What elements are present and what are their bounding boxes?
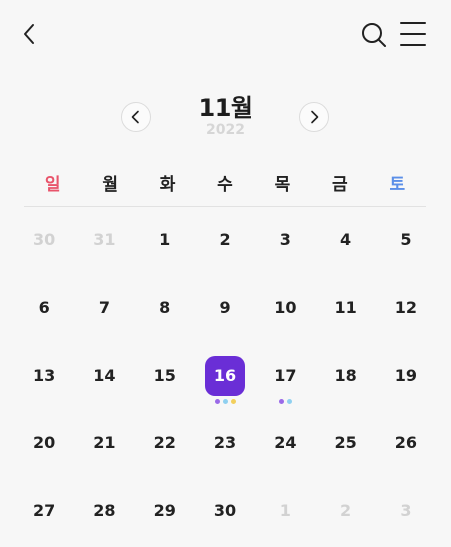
weekday-header: 일 월 화 수 목 금 토	[24, 170, 426, 207]
weekday-label: 월	[102, 175, 118, 195]
day-number: 19	[394, 365, 418, 385]
calendar-day[interactable]: 28	[74, 479, 134, 547]
calendar-day[interactable]: 22	[135, 411, 195, 479]
day-number: 3	[400, 501, 412, 520]
hamburger-menu-icon	[400, 22, 426, 46]
day-number: 9	[219, 297, 231, 317]
calendar-day[interactable]: 11	[315, 276, 375, 344]
day-number: 24	[274, 433, 297, 453]
calendar-day[interactable]: 1	[135, 208, 195, 276]
calendar-day[interactable]: 18	[315, 344, 375, 412]
calendar-day[interactable]: 24	[255, 411, 315, 479]
calendar-day[interactable]: 3	[255, 208, 315, 276]
calendar-day-selected[interactable]: 16	[195, 344, 255, 412]
search-icon	[362, 23, 386, 47]
day-number: 7	[98, 297, 110, 317]
weekday-label: 토	[389, 175, 406, 195]
calendar-day[interactable]: 1	[255, 479, 315, 547]
day-number: 20	[33, 433, 56, 453]
calendar-day[interactable]: 4	[315, 208, 375, 276]
chevron-left-icon	[24, 24, 34, 44]
weekday-label: 금	[332, 175, 348, 195]
calendar-day[interactable]: 21	[74, 411, 134, 479]
day-number: 28	[93, 501, 116, 520]
day-number: 4	[340, 230, 352, 249]
day-number: 16	[205, 355, 246, 396]
calendar-day[interactable]: 6	[14, 276, 74, 344]
day-number: 17	[274, 365, 297, 385]
calendar-day[interactable]: 7	[74, 276, 134, 344]
day-number: 1	[279, 501, 291, 520]
calendar-day[interactable]: 12	[376, 276, 436, 344]
calendar-day[interactable]: 27	[14, 479, 74, 547]
calendar-day[interactable]: 26	[376, 411, 436, 479]
calendar-day[interactable]: 31	[74, 208, 134, 276]
calendar-day[interactable]: 10	[255, 276, 315, 344]
back-button[interactable]	[18, 22, 42, 46]
month-title: 11월	[198, 94, 253, 122]
calendar-grid: 30 31 1 2 3 4 5 6 7 8 9 10 11 12 13 14 15 16 17 18 19 20 21 22 2…	[14, 208, 436, 547]
day-number: 25	[334, 433, 357, 453]
event-dot	[286, 398, 292, 404]
event-dot	[230, 398, 236, 404]
day-number: 2	[219, 230, 231, 249]
event-dot	[278, 398, 284, 404]
month-header: 11월 2022	[0, 86, 451, 142]
calendar-day[interactable]: 23	[195, 411, 255, 479]
calendar-day[interactable]: 15	[135, 344, 195, 412]
day-number: 6	[38, 297, 50, 317]
calendar-day[interactable]: 30	[195, 479, 255, 547]
calendar-day[interactable]: 2	[195, 208, 255, 276]
calendar-day[interactable]: 19	[376, 344, 436, 412]
day-number: 30	[33, 230, 56, 249]
calendar-day[interactable]: 17	[255, 344, 315, 412]
day-number: 18	[334, 365, 357, 385]
chevron-right-icon	[311, 110, 319, 124]
calendar-day[interactable]: 5	[376, 208, 436, 276]
day-number: 31	[93, 230, 116, 249]
calendar-day[interactable]: 25	[315, 411, 375, 479]
day-number: 26	[394, 433, 418, 453]
day-number: 8	[159, 297, 171, 317]
search-button[interactable]	[360, 21, 388, 49]
event-indicators	[195, 398, 255, 404]
calendar-day[interactable]: 9	[195, 276, 255, 344]
weekday-label: 수	[217, 175, 233, 195]
weekday-label: 목	[274, 175, 291, 195]
day-number: 5	[400, 230, 412, 249]
calendar-day[interactable]: 13	[14, 344, 74, 412]
day-number: 15	[153, 365, 176, 385]
day-number: 30	[213, 501, 237, 520]
calendar-day[interactable]: 8	[135, 276, 195, 344]
calendar-day[interactable]: 29	[135, 479, 195, 547]
weekday-label: 일	[44, 175, 61, 195]
day-number: 29	[153, 501, 176, 520]
day-number: 12	[394, 297, 418, 317]
calendar-day[interactable]: 2	[315, 479, 375, 547]
calendar-day[interactable]: 20	[14, 411, 74, 479]
weekday-label: 화	[159, 175, 176, 195]
next-month-button[interactable]	[299, 102, 329, 132]
event-indicators	[255, 398, 315, 404]
day-number: 22	[153, 433, 176, 453]
event-dot	[214, 398, 220, 404]
top-bar	[0, 0, 451, 68]
day-number: 11	[334, 297, 357, 317]
year-label: 2022	[206, 122, 245, 138]
day-number: 2	[340, 501, 352, 520]
day-number: 14	[93, 365, 116, 385]
day-number: 21	[93, 433, 116, 453]
day-number: 3	[279, 230, 291, 249]
calendar-day[interactable]: 14	[74, 344, 134, 412]
calendar-day[interactable]: 30	[14, 208, 74, 276]
calendar-day[interactable]: 3	[376, 479, 436, 547]
day-number: 1	[159, 230, 171, 249]
day-number: 10	[274, 297, 297, 317]
day-number: 13	[33, 365, 56, 385]
event-dot	[222, 398, 228, 404]
day-number: 27	[33, 501, 56, 520]
menu-button[interactable]	[399, 21, 427, 47]
day-number: 23	[213, 433, 237, 453]
